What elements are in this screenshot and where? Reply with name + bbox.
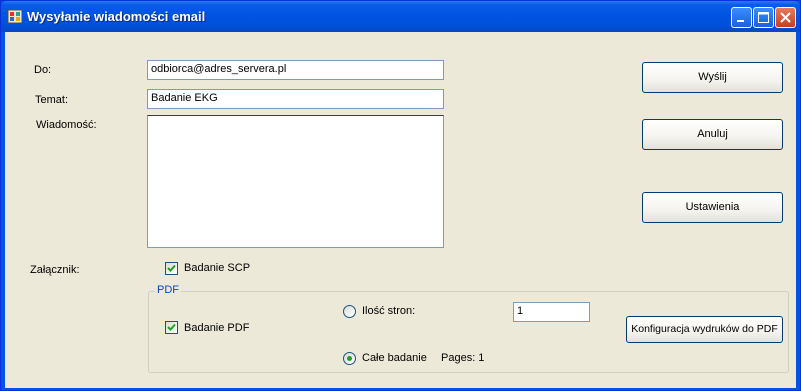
- scp-label: Badanie SCP: [184, 262, 251, 274]
- to-label: Do:: [34, 64, 52, 76]
- send-button[interactable]: Wyślij: [642, 62, 783, 93]
- subject-label: Temat:: [35, 94, 69, 106]
- attachment-label: Załącznik:: [30, 264, 80, 276]
- maximize-button[interactable]: [753, 7, 774, 28]
- maximize-icon: [758, 12, 769, 23]
- title-bar[interactable]: Wysyłanie wiadomości email: [1, 1, 800, 32]
- checkmark-icon: [167, 264, 176, 272]
- cancel-button[interactable]: Anuluj: [642, 119, 783, 150]
- pdf-checkbox[interactable]: [165, 321, 178, 334]
- scp-checkbox[interactable]: [165, 262, 178, 275]
- checkmark-icon: [167, 323, 176, 331]
- pdf-config-button[interactable]: Konfiguracja wydruków do PDF: [626, 316, 783, 343]
- minimize-icon: [737, 20, 744, 22]
- pdf-label: Badanie PDF: [184, 322, 250, 334]
- pdf-group-title: PDF: [155, 284, 181, 296]
- pages-info: Pages: 1: [441, 352, 485, 364]
- subject-field[interactable]: Badanie EKG: [147, 89, 444, 109]
- close-icon: [780, 12, 791, 23]
- radio-selected-dot: [347, 356, 352, 361]
- minimize-button[interactable]: [731, 7, 752, 28]
- message-label: Wiadomość:: [36, 119, 97, 131]
- whole-study-radio[interactable]: [343, 352, 356, 365]
- message-textarea[interactable]: [147, 115, 444, 248]
- settings-button[interactable]: Ustawienia: [642, 192, 783, 223]
- pages-count-label: Ilość stron:: [362, 305, 416, 317]
- window-title: Wysyłanie wiadomości email: [27, 9, 206, 24]
- close-button[interactable]: [775, 7, 796, 28]
- email-window: Wysyłanie wiadomości email Do: odbiorca@…: [0, 0, 801, 391]
- whole-study-label: Całe badanie: [362, 352, 427, 364]
- to-field[interactable]: odbiorca@adres_servera.pl: [147, 60, 444, 80]
- pages-count-radio[interactable]: [343, 305, 356, 318]
- form-client-area: Do: odbiorca@adres_servera.pl Temat: Bad…: [5, 32, 796, 388]
- pages-count-input[interactable]: 1: [513, 302, 590, 322]
- app-icon: [8, 10, 22, 23]
